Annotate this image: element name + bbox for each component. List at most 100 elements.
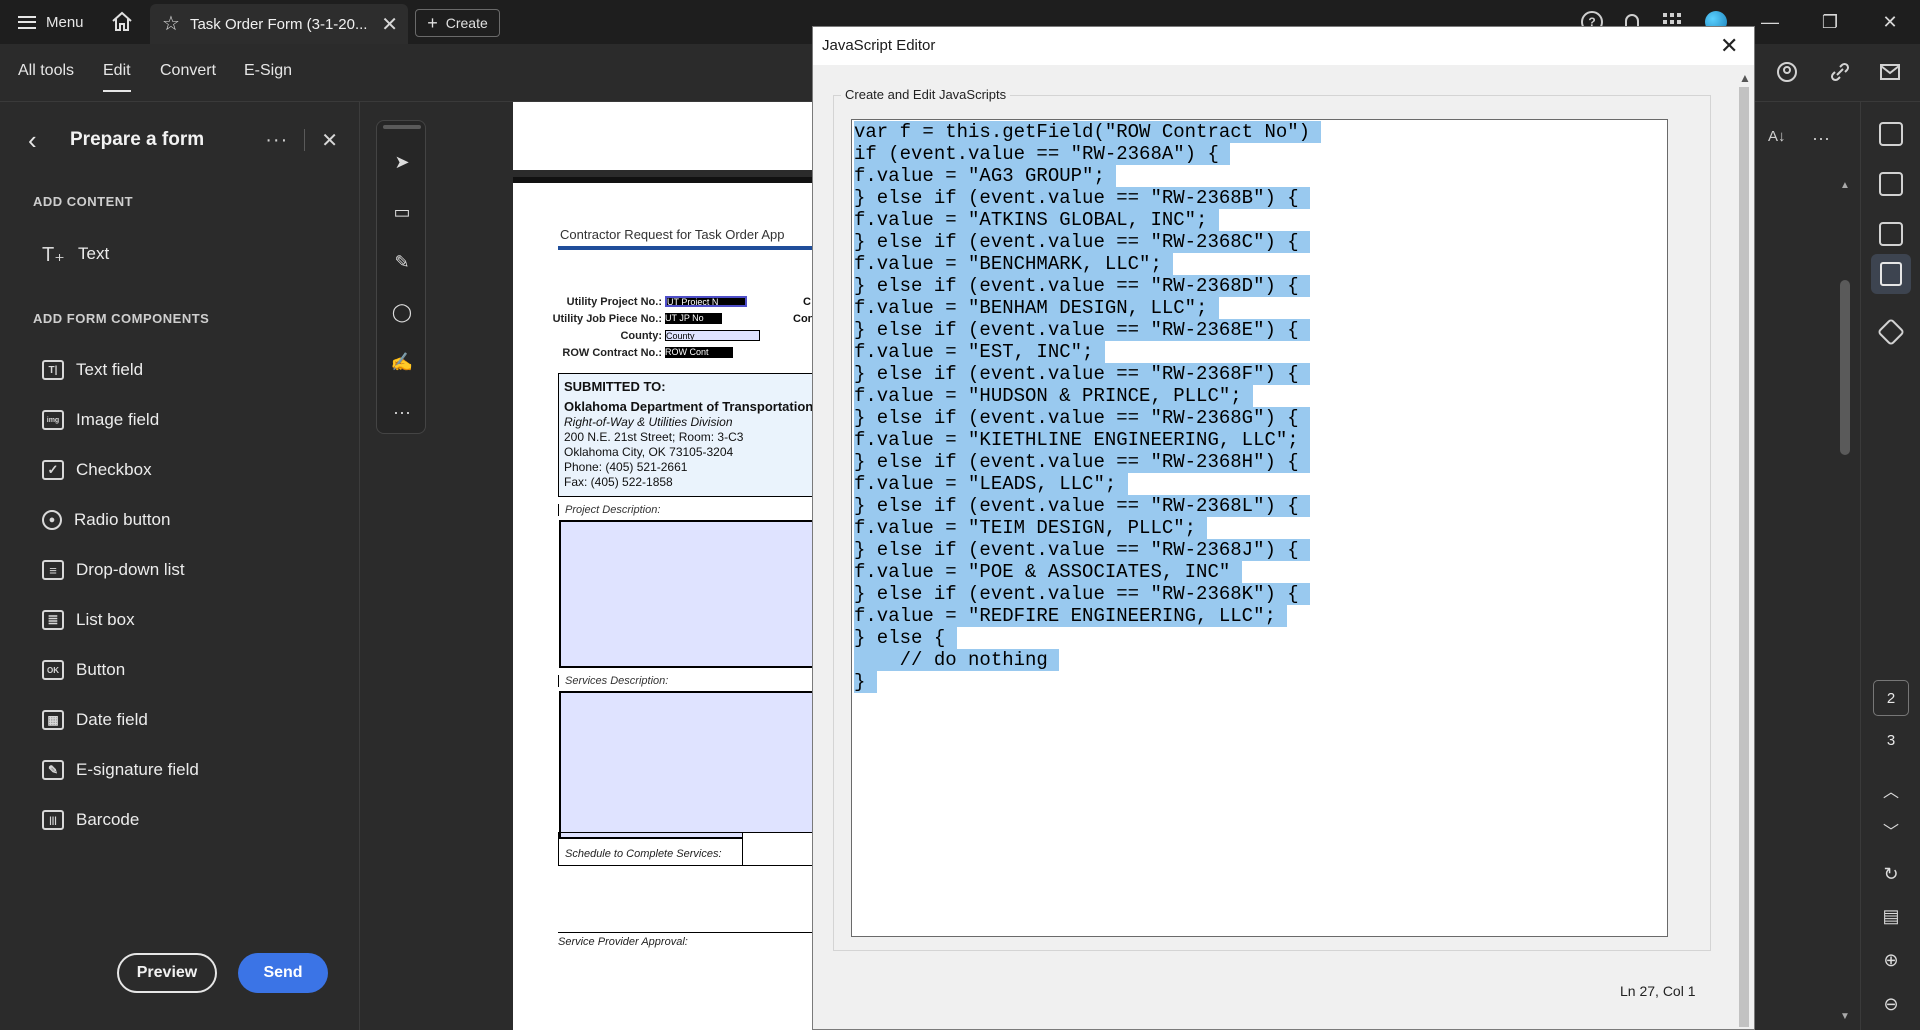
page-down-chevron-icon[interactable]: ﹀ <box>1873 818 1909 842</box>
draw-tool[interactable]: ◯ <box>389 299 415 325</box>
code-line[interactable]: f.value = "LEADS, LLC"; <box>854 473 1128 495</box>
panel-header: ‹ Prepare a form ··· ✕ <box>28 124 338 156</box>
comments-icon[interactable] <box>1879 122 1903 146</box>
utility-project-field[interactable]: UT Project N <box>665 296 747 307</box>
share-button[interactable] <box>1775 60 1799 89</box>
panel-title: Prepare a form <box>70 129 205 150</box>
zoom-in-icon[interactable]: ⊕ <box>1879 950 1903 974</box>
code-line[interactable]: f.value = "TEIM DESIGN, PLLC"; <box>854 517 1208 539</box>
restore-button[interactable]: ❐ <box>1800 0 1860 44</box>
code-line[interactable]: } else if (event.value == "RW-2368L") { <box>854 495 1311 517</box>
fit-page-icon[interactable]: ▤ <box>1879 906 1903 930</box>
bookmarks-icon[interactable] <box>1879 172 1903 196</box>
list-box-tool[interactable]: ≣ List box <box>42 606 135 634</box>
code-line[interactable]: } else if (event.value == "RW-2368B") { <box>854 187 1311 209</box>
text-field-icon: T| <box>42 360 64 380</box>
code-line[interactable]: } else if (event.value == "RW-2368C") { <box>854 231 1311 253</box>
dialog-close-icon[interactable]: ✕ <box>1720 33 1738 59</box>
code-line[interactable]: } else if (event.value == "RW-2368F") { <box>854 363 1311 385</box>
date-field-tool[interactable]: ▦ Date field <box>42 706 148 734</box>
document-tab[interactable]: ☆ Task Order Form (3-1-20... ✕ <box>150 4 408 44</box>
code-line[interactable]: f.value = "POE & ASSOCIATES, INC" <box>854 561 1242 583</box>
create-button[interactable]: + Create <box>415 9 500 37</box>
page-number-next[interactable]: 3 <box>1873 722 1909 758</box>
tab-edit[interactable]: Edit <box>103 62 131 92</box>
thumbnails-icon[interactable] <box>1879 222 1903 246</box>
add-text-tool[interactable]: T₊ Text <box>42 240 109 268</box>
code-line[interactable]: } else { <box>854 627 957 649</box>
copy-link-button[interactable] <box>1828 60 1852 89</box>
barcode-tool[interactable]: ||| Barcode <box>42 806 139 834</box>
document-scrollbar[interactable]: ▲ ▼ <box>1838 180 1852 1028</box>
code-line[interactable]: if (event.value == "RW-2368A") { <box>854 143 1231 165</box>
sign-tool[interactable]: ✍ <box>389 349 415 375</box>
code-line[interactable]: } <box>854 671 877 693</box>
comment-tool[interactable]: ▭ <box>389 199 415 225</box>
code-line[interactable]: f.value = "REDFIRE ENGINEERING, LLC"; <box>854 605 1288 627</box>
code-line[interactable]: f.value = "BENHAM DESIGN, LLC"; <box>854 297 1219 319</box>
close-tab-icon[interactable]: ✕ <box>381 12 398 37</box>
code-line[interactable]: } else if (event.value == "RW-2368K") { <box>854 583 1311 605</box>
row-contract-field[interactable]: ROW Cont <box>665 347 733 358</box>
email-button[interactable] <box>1878 60 1902 89</box>
code-line[interactable]: f.value = "KIETHLINE ENGINEERING, LLC"; <box>854 429 1311 451</box>
more-options-doc-icon[interactable]: ··· <box>1812 128 1830 149</box>
code-line[interactable]: // do nothing <box>854 649 1060 671</box>
star-icon[interactable]: ☆ <box>162 14 180 34</box>
rotate-icon[interactable]: ↻ <box>1879 864 1903 888</box>
county-field[interactable]: County <box>665 330 760 341</box>
image-field-tool[interactable]: img Image field <box>42 406 159 434</box>
close-window-button[interactable]: ✕ <box>1860 0 1920 44</box>
code-line[interactable]: f.value = "BENCHMARK, LLC"; <box>854 253 1174 275</box>
e-signature-field-tool[interactable]: ✎ E-signature field <box>42 756 199 784</box>
preview-button[interactable]: Preview <box>117 953 217 993</box>
home-button[interactable] <box>108 8 136 36</box>
layers-icon[interactable] <box>1876 317 1906 347</box>
sort-az-icon[interactable]: A↓ <box>1768 128 1786 145</box>
code-content[interactable]: var f = this.getField("ROW Contract No")… <box>852 120 1667 694</box>
tab-e-sign[interactable]: E-Sign <box>244 62 292 80</box>
tab-all-tools[interactable]: All tools <box>18 62 74 80</box>
dialog-title-bar[interactable]: JavaScript Editor ✕ <box>813 27 1754 65</box>
menu-button[interactable]: Menu <box>18 11 84 33</box>
more-options-icon[interactable]: ··· <box>265 129 288 152</box>
scroll-down-icon[interactable]: ▼ <box>1840 1011 1850 1022</box>
close-panel-icon[interactable]: ✕ <box>321 128 338 153</box>
highlight-tool[interactable]: ✎ <box>389 249 415 275</box>
scroll-up-icon[interactable]: ▲ <box>1739 71 1751 85</box>
code-line[interactable]: f.value = "EST, INC"; <box>854 341 1105 363</box>
document-tab-title: Task Order Form (3-1-20... <box>189 15 368 33</box>
code-line[interactable]: } else if (event.value == "RW-2368E") { <box>854 319 1311 341</box>
tab-convert[interactable]: Convert <box>160 62 216 80</box>
page-number-current[interactable]: 2 <box>1873 680 1909 716</box>
utility-job-piece-field[interactable]: UT JP No <box>665 313 722 324</box>
more-tools[interactable]: ··· <box>389 399 415 425</box>
page-up-chevron-icon[interactable]: ︿ <box>1873 778 1909 802</box>
code-line[interactable]: f.value = "AG3 GROUP"; <box>854 165 1117 187</box>
select-tool[interactable]: ➤ <box>389 149 415 175</box>
dialog-scroll-thumb[interactable] <box>1739 87 1749 1027</box>
drag-handle[interactable] <box>383 125 421 129</box>
form-fields-panel-button[interactable] <box>1871 254 1911 294</box>
code-editor[interactable]: var f = this.getField("ROW Contract No")… <box>851 119 1668 937</box>
code-line[interactable]: f.value = "HUDSON & PRINCE, PLLC"; <box>854 385 1254 407</box>
plus-icon: + <box>427 12 438 33</box>
dropdown-list-tool[interactable]: ≡ Drop-down list <box>42 556 185 584</box>
code-line[interactable]: var f = this.getField("ROW Contract No") <box>854 121 1322 143</box>
scroll-up-icon[interactable]: ▲ <box>1840 180 1850 191</box>
code-line[interactable]: } else if (event.value == "RW-2368J") { <box>854 539 1311 561</box>
code-line[interactable]: } else if (event.value == "RW-2368H") { <box>854 451 1311 473</box>
back-arrow-icon[interactable]: ‹ <box>28 125 58 156</box>
document-scroll-thumb[interactable] <box>1840 280 1850 455</box>
code-line[interactable]: } else if (event.value == "RW-2368G") { <box>854 407 1311 429</box>
zoom-out-icon[interactable]: ⊖ <box>1879 994 1903 1018</box>
code-line[interactable]: } else if (event.value == "RW-2368D") { <box>854 275 1311 297</box>
code-line[interactable]: f.value = "ATKINS GLOBAL, INC"; <box>854 209 1219 231</box>
radio-button-tool[interactable]: ● Radio button <box>42 506 170 534</box>
dialog-scrollbar[interactable]: ▲ <box>1735 65 1753 1029</box>
send-button[interactable]: Send <box>238 953 328 993</box>
text-field-tool[interactable]: T| Text field <box>42 356 143 384</box>
button-tool[interactable]: OK Button <box>42 656 125 684</box>
cursor-position-status: Ln 27, Col 1 <box>1620 983 1696 999</box>
checkbox-tool[interactable]: ✓ Checkbox <box>42 456 152 484</box>
